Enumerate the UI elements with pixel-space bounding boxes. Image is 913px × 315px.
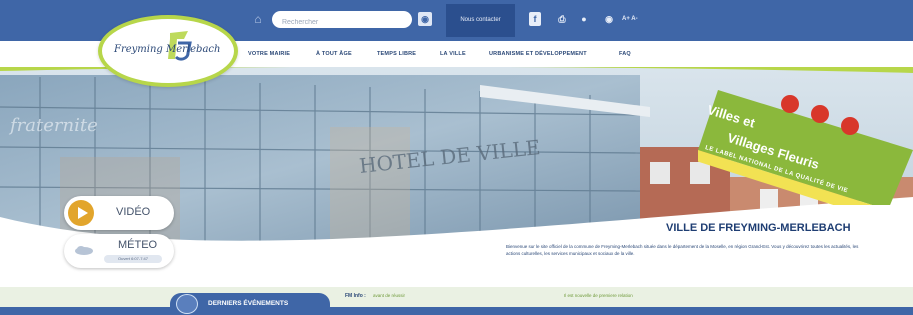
play-icon — [68, 200, 94, 226]
villes-villages-fleuris-banner[interactable]: Villes et Villages Fleuris LE LABEL NATI… — [693, 90, 913, 220]
nav-item-temps-libre[interactable]: TEMPS LIBRE — [377, 41, 416, 67]
nav-item-votre-mairie[interactable]: VOTRE MAIRIE — [248, 41, 290, 67]
welcome-title: VILLE DE FREYMING-MERLEBACH — [666, 222, 851, 234]
events-label: DERNIERS ÉVÉNEMENTS — [208, 300, 289, 307]
video-label: VIDÉO — [116, 206, 151, 218]
eye-icon[interactable]: ◉ — [602, 12, 616, 26]
meteo-subtext: Ouvert 6:07-7:47 — [104, 255, 162, 263]
meteo-label: MÉTEO — [118, 239, 158, 251]
info-label: FM Info : — [345, 293, 366, 299]
info-item[interactable]: Il est nouvelle de premiere relation — [564, 293, 633, 298]
nav-item-urbanisme[interactable]: URBANISME ET DÉVELOPPEMENT — [489, 41, 587, 67]
facade-text: fraternite — [8, 115, 98, 136]
search-box[interactable] — [272, 11, 412, 31]
info-item[interactable]: avant de réussir — [373, 293, 405, 298]
nav-item-faq[interactable]: FAQ — [619, 41, 631, 67]
bottom-bar — [0, 307, 913, 315]
font-size-control[interactable]: A+ A- — [622, 12, 638, 26]
search-icon[interactable] — [394, 11, 411, 28]
print-icon[interactable]: ⎙ — [555, 12, 569, 26]
cloud-icon — [75, 246, 93, 255]
nav-item-la-ville[interactable]: LA VILLE — [440, 41, 466, 67]
person-icon[interactable]: ● — [578, 12, 590, 26]
calendar-icon — [176, 294, 198, 314]
home-icon[interactable]: ⌂ — [251, 12, 265, 26]
facebook-icon[interactable]: f — [529, 12, 541, 26]
meteo-button[interactable]: MÉTEO Ouvert 6:07-7:47 — [64, 234, 174, 268]
logo-text: Freyming Merlebach — [114, 44, 221, 55]
site-logo[interactable]: Freyming Merlebach — [98, 15, 238, 87]
search-input[interactable] — [272, 14, 382, 31]
latest-events-tab[interactable]: DERNIERS ÉVÉNEMENTS — [170, 293, 330, 315]
video-button[interactable]: VIDÉO — [64, 196, 174, 230]
welcome-text: Bienvenue sur le site officiel de la com… — [506, 244, 859, 256]
contact-button[interactable]: Nous contacter — [446, 4, 515, 37]
rss-icon[interactable]: ◉ — [418, 12, 432, 26]
nav-item-a-tout-age[interactable]: À TOUT ÂGE — [316, 41, 352, 67]
